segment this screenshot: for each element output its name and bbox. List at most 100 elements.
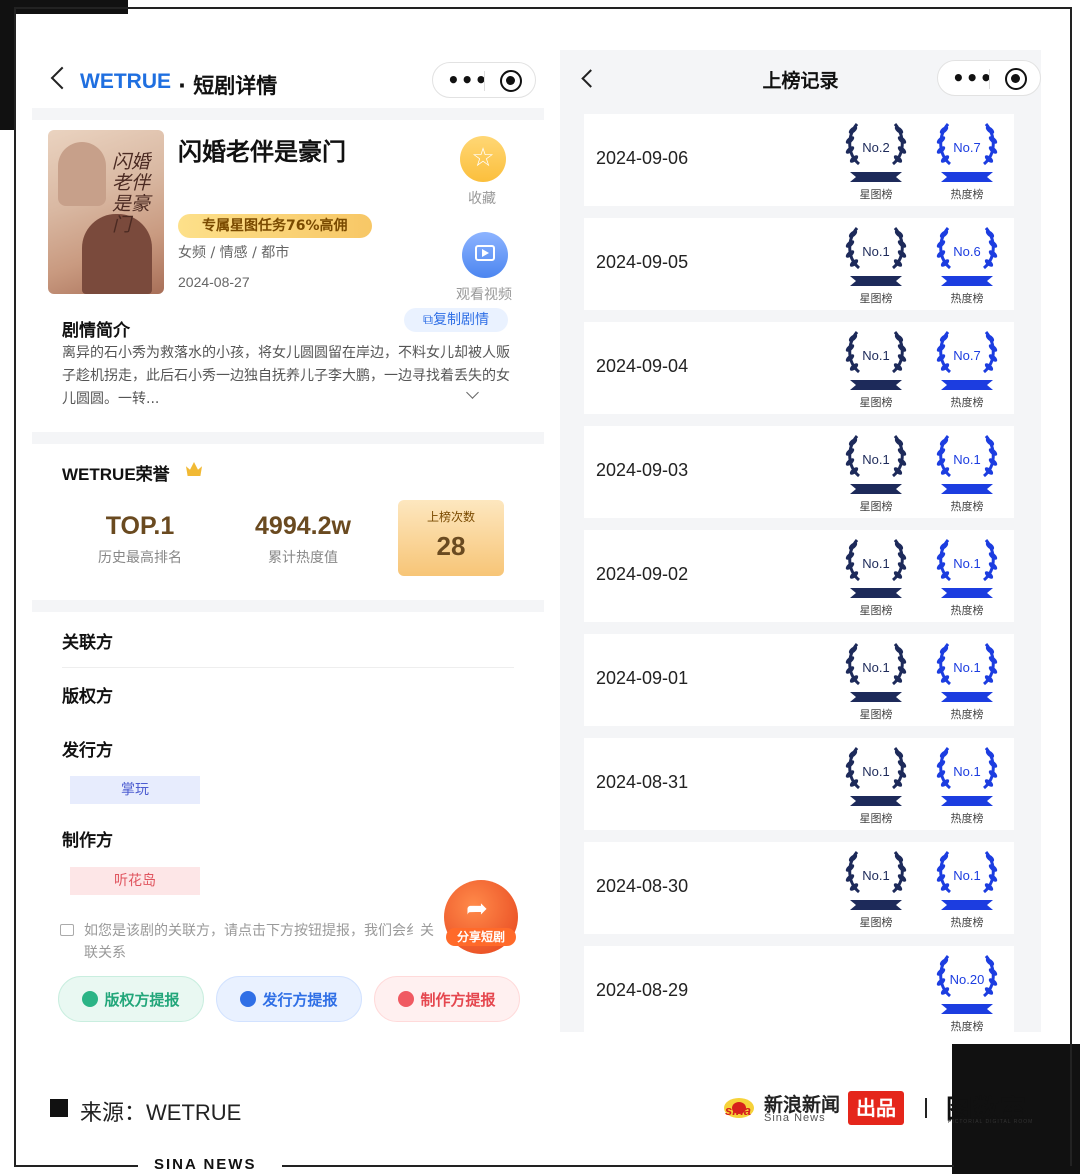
rank-record-date: 2024-09-06 xyxy=(596,148,689,168)
target-icon[interactable] xyxy=(500,70,522,92)
ribbon-icon xyxy=(850,900,902,910)
rank-record-date: 2024-09-01 xyxy=(596,668,689,688)
rank-record-row[interactable]: 2024-09-06 No.2 星图榜 No.7 热度榜 xyxy=(584,114,1014,206)
rank-number: No.6 xyxy=(953,244,981,259)
report-publisher-label: 发行方提报 xyxy=(262,991,338,1009)
star-list-badge: No.1 星图榜 xyxy=(840,324,912,412)
publisher-tag[interactable]: 掌玩 xyxy=(70,776,200,804)
back-chevron-icon[interactable] xyxy=(50,66,74,90)
heat-list-badge: No.1 热度榜 xyxy=(931,844,1003,932)
video-icon[interactable] xyxy=(462,232,508,278)
rank-record-row[interactable]: 2024-09-04 No.1 星图榜 No.7 热度榜 xyxy=(584,322,1014,414)
report-note: 如您是该剧的关联方，请点击下方按钮提报，我们会纟关联关系 xyxy=(84,923,434,961)
footer-divider xyxy=(925,1098,927,1118)
more-dots-icon[interactable]: ••• xyxy=(952,68,993,88)
producer-tag[interactable]: 听花岛 xyxy=(70,867,200,895)
star-list-badge: No.1 星图榜 xyxy=(840,636,912,724)
genre-tags: 女频 / 情感 / 都市 xyxy=(178,245,290,261)
honor-title: WETRUE荣誉 xyxy=(62,465,170,484)
page-title: · 短剧详情 xyxy=(178,74,278,98)
star-list-badge: No.1 星图榜 xyxy=(840,740,912,828)
ribbon-icon xyxy=(850,796,902,806)
rank-record-row[interactable]: 2024-09-05 No.1 星图榜 No.6 热度榜 xyxy=(584,218,1014,310)
share-drama-label: 分享短剧 xyxy=(446,928,516,946)
source-text: 来源：WETRUE xyxy=(80,1100,242,1125)
rank-record-row[interactable]: 2024-08-29 No.20 热度榜 xyxy=(584,946,1014,1032)
rank-number: No.1 xyxy=(953,452,981,467)
list-name: 热度榜 xyxy=(950,188,984,201)
list-name: 星图榜 xyxy=(859,604,893,617)
star-list-badge: No.1 星图榜 xyxy=(840,428,912,516)
heat-list-badge: No.1 热度榜 xyxy=(931,740,1003,828)
list-name: 热度榜 xyxy=(950,500,984,513)
star-list-badge: No.2 星图榜 xyxy=(840,116,912,204)
capsule-divider xyxy=(989,69,990,89)
favorite-label[interactable]: 收藏 xyxy=(468,188,496,208)
source-marker xyxy=(50,1099,68,1117)
star-list-badge: No.1 星图榜 xyxy=(840,532,912,620)
drama-poster[interactable]: 闪婚老伴是豪门 xyxy=(48,130,164,294)
watch-video-label[interactable]: 观看视频 xyxy=(456,284,512,304)
report-producer-button[interactable]: 制作方提报 xyxy=(374,976,520,1022)
star-icon[interactable]: ☆ xyxy=(460,136,506,182)
chart-count-box: 上榜次数 28 xyxy=(398,500,504,576)
divider xyxy=(62,667,514,668)
rank-number: No.2 xyxy=(862,140,890,155)
star-list-badge: No.1 星图榜 xyxy=(840,844,912,932)
heat-list-badge: No.7 热度榜 xyxy=(931,116,1003,204)
related-parties-card: 关联方 版权方 发行方 掌玩 制作方 听花岛 如您是该剧的关联方，请点击下方按钮… xyxy=(32,612,544,1036)
rank-number: No.1 xyxy=(862,868,890,883)
honor-card: WETRUE荣誉 TOP.1 历史最高排名 4994.2w 累计热度值 上榜次数… xyxy=(32,444,544,600)
list-name: 热度榜 xyxy=(950,1020,984,1032)
rank-record-row[interactable]: 2024-09-02 No.1 星图榜 No.1 热度榜 xyxy=(584,530,1014,622)
rank-number: No.1 xyxy=(862,660,890,675)
rank-record-date: 2024-09-03 xyxy=(596,460,689,480)
publisher-label: 发行方 xyxy=(62,741,113,761)
publisher-icon xyxy=(240,991,257,1007)
list-name: 热度榜 xyxy=(950,708,984,721)
brand-name: WETRUE xyxy=(80,70,171,93)
copy-synopsis-button[interactable]: ⧉复制剧情 xyxy=(404,308,508,332)
more-dots-icon[interactable]: ••• xyxy=(447,70,488,90)
rank-record-row[interactable]: 2024-09-01 No.1 星图榜 No.1 热度榜 xyxy=(584,634,1014,726)
report-publisher-button[interactable]: 发行方提报 xyxy=(216,976,362,1022)
play-icon xyxy=(475,245,495,261)
list-name: 星图榜 xyxy=(859,812,893,825)
list-name: 热度榜 xyxy=(950,292,984,305)
camera-icon xyxy=(398,991,415,1007)
chart-count-label: 上榜次数 xyxy=(426,510,475,524)
datalab-logo-subtitle: PICTORIAL DIGITAL ROOM xyxy=(948,1119,1034,1125)
ribbon-icon xyxy=(850,172,902,182)
sina-news-en: Sina News xyxy=(764,1112,826,1124)
rank-record-row[interactable]: 2024-08-31 No.1 星图榜 No.1 热度榜 xyxy=(584,738,1014,830)
heat-value: 4994.2w xyxy=(255,512,351,540)
crown-icon xyxy=(186,462,202,476)
rank-number: No.1 xyxy=(862,556,890,571)
target-icon[interactable] xyxy=(1005,68,1027,90)
ribbon-icon xyxy=(941,484,993,494)
ranking-record-screen: 上榜记录 ••• 2024-09-06 No.2 星图榜 No.7 热度榜 2024-09… xyxy=(560,50,1041,1032)
ribbon-icon xyxy=(941,796,993,806)
ribbon-icon xyxy=(941,172,993,182)
rank-number: No.1 xyxy=(953,660,981,675)
rank-record-date: 2024-09-02 xyxy=(596,564,689,584)
heat-list-badge: No.1 热度榜 xyxy=(931,532,1003,620)
share-drama-button[interactable]: ➦ 分享短剧 xyxy=(444,880,518,954)
synopsis-heading: 剧情简介 xyxy=(62,321,130,341)
copyright-party-label: 版权方 xyxy=(62,687,113,707)
share-icon: ➦ xyxy=(466,894,488,924)
heat-list-badge: No.6 热度榜 xyxy=(931,220,1003,308)
list-name: 热度榜 xyxy=(950,604,984,617)
ribbon-icon xyxy=(850,276,902,286)
rank-number: No.1 xyxy=(953,764,981,779)
frame-bottom-line-left xyxy=(14,1165,138,1167)
rank-record-row[interactable]: 2024-08-30 No.1 星图榜 No.1 热度榜 xyxy=(584,842,1014,934)
list-name: 热度榜 xyxy=(950,916,984,929)
ribbon-icon xyxy=(850,692,902,702)
report-copyright-button[interactable]: 版权方提报 xyxy=(58,976,204,1022)
promo-badge: 专属星图任务76%高佣 xyxy=(178,214,372,238)
ribbon-icon xyxy=(941,1004,993,1014)
capsule-divider xyxy=(484,71,485,91)
rank-record-row[interactable]: 2024-09-03 No.1 星图榜 No.1 热度榜 xyxy=(584,426,1014,518)
top-rank-label: 历史最高排名 xyxy=(98,550,182,566)
